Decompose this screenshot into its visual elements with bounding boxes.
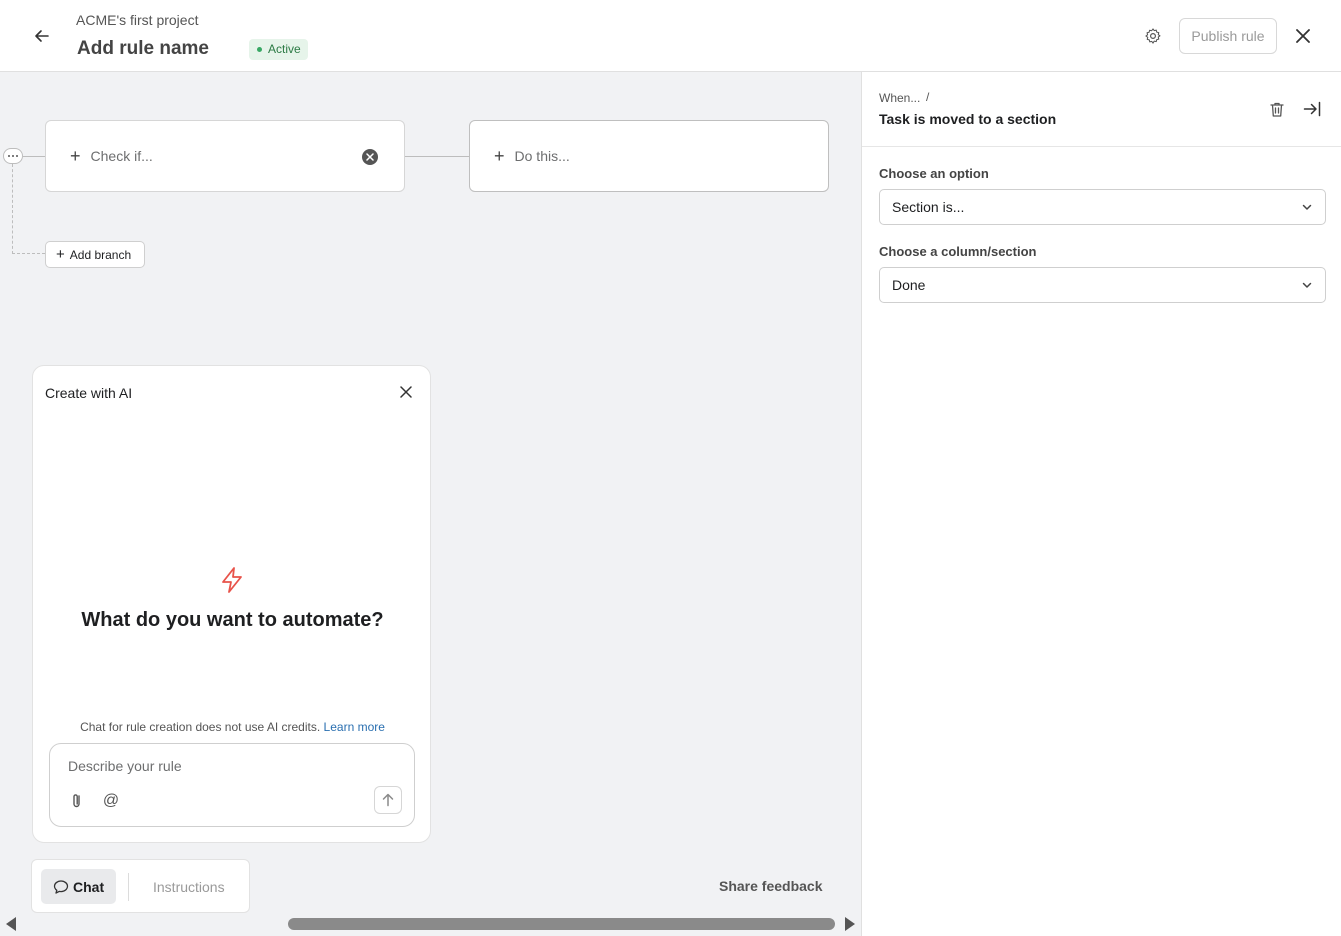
- check-if-label: Check if...: [90, 148, 153, 164]
- check-if-node[interactable]: + Check if...: [45, 120, 405, 192]
- tab-chat-label: Chat: [73, 878, 105, 895]
- add-branch-label: Add branch: [69, 247, 132, 262]
- ai-mode-tabs: Chat Instructions: [31, 859, 250, 913]
- close-icon[interactable]: [396, 382, 416, 402]
- chevron-down-icon: [1302, 282, 1312, 288]
- create-with-ai-panel: Create with AI What do you want to autom…: [32, 365, 431, 843]
- project-name: ACME's first project: [76, 12, 199, 28]
- trigger-config-panel: When... / Task is moved to a section Cho…: [861, 72, 1341, 936]
- do-this-node[interactable]: + Do this...: [469, 120, 829, 192]
- send-arrow-icon[interactable]: [374, 786, 402, 814]
- scroll-right-arrow[interactable]: [845, 917, 855, 931]
- ai-credits-note: Chat for rule creation does not use AI c…: [33, 720, 432, 734]
- ai-heading: What do you want to automate?: [81, 609, 384, 631]
- add-branch-button[interactable]: + Add branch: [45, 241, 145, 268]
- collapse-panel-icon[interactable]: [1301, 98, 1323, 120]
- learn-more-link[interactable]: Learn more: [324, 720, 385, 734]
- connector-line: [405, 156, 469, 157]
- panel-divider: [862, 146, 1341, 147]
- ai-note-text: Chat for rule creation does not use AI c…: [80, 720, 321, 734]
- rule-name-title[interactable]: Add rule name: [77, 38, 209, 60]
- branch-connector-vertical: [12, 164, 13, 254]
- close-icon[interactable]: [1291, 24, 1315, 48]
- choose-section-label: Choose a column/section: [879, 244, 1037, 259]
- ai-input-box: @: [49, 743, 415, 827]
- option-select-value: Section is...: [892, 199, 965, 215]
- status-badge: Active: [249, 39, 308, 60]
- gear-icon[interactable]: [1141, 24, 1165, 48]
- branch-connector-horizontal: [12, 253, 45, 254]
- clear-icon[interactable]: [362, 149, 378, 165]
- chevron-down-icon: [1302, 204, 1312, 210]
- scroll-left-arrow[interactable]: [6, 917, 16, 931]
- mention-icon[interactable]: @: [102, 792, 120, 810]
- trash-icon[interactable]: [1266, 98, 1288, 120]
- chat-bubble-icon: [53, 879, 69, 894]
- plus-icon: +: [56, 246, 65, 263]
- back-arrow-icon[interactable]: [30, 24, 54, 48]
- rule-canvas[interactable]: + Check if... + Do this... + Add branch …: [0, 72, 861, 936]
- paperclip-icon[interactable]: [68, 792, 86, 810]
- trigger-title: Task is moved to a section: [879, 111, 1057, 127]
- tab-instructions[interactable]: Instructions: [153, 879, 225, 895]
- share-feedback-link[interactable]: Share feedback: [719, 878, 823, 894]
- more-options-icon[interactable]: [3, 148, 23, 164]
- choose-option-label: Choose an option: [879, 166, 989, 181]
- do-this-label: Do this...: [514, 148, 570, 164]
- plus-icon: +: [494, 146, 505, 166]
- describe-rule-input[interactable]: [68, 758, 388, 774]
- rule-header: ACME's first project Add rule name Activ…: [0, 0, 1341, 72]
- ai-panel-title: Create with AI: [45, 385, 133, 401]
- lightning-bolt-icon: [219, 566, 245, 594]
- tab-divider: [128, 873, 129, 901]
- tab-chat[interactable]: Chat: [41, 869, 116, 904]
- plus-icon: +: [70, 146, 81, 166]
- section-select-value: Done: [892, 277, 926, 293]
- horizontal-scrollbar-thumb[interactable]: [288, 918, 835, 930]
- publish-rule-button[interactable]: Publish rule: [1179, 18, 1277, 54]
- breadcrumb-when[interactable]: When...: [879, 91, 920, 105]
- section-select[interactable]: Done: [879, 267, 1326, 303]
- connector-line: [23, 156, 45, 157]
- option-select[interactable]: Section is...: [879, 189, 1326, 225]
- breadcrumb-separator: /: [926, 90, 930, 104]
